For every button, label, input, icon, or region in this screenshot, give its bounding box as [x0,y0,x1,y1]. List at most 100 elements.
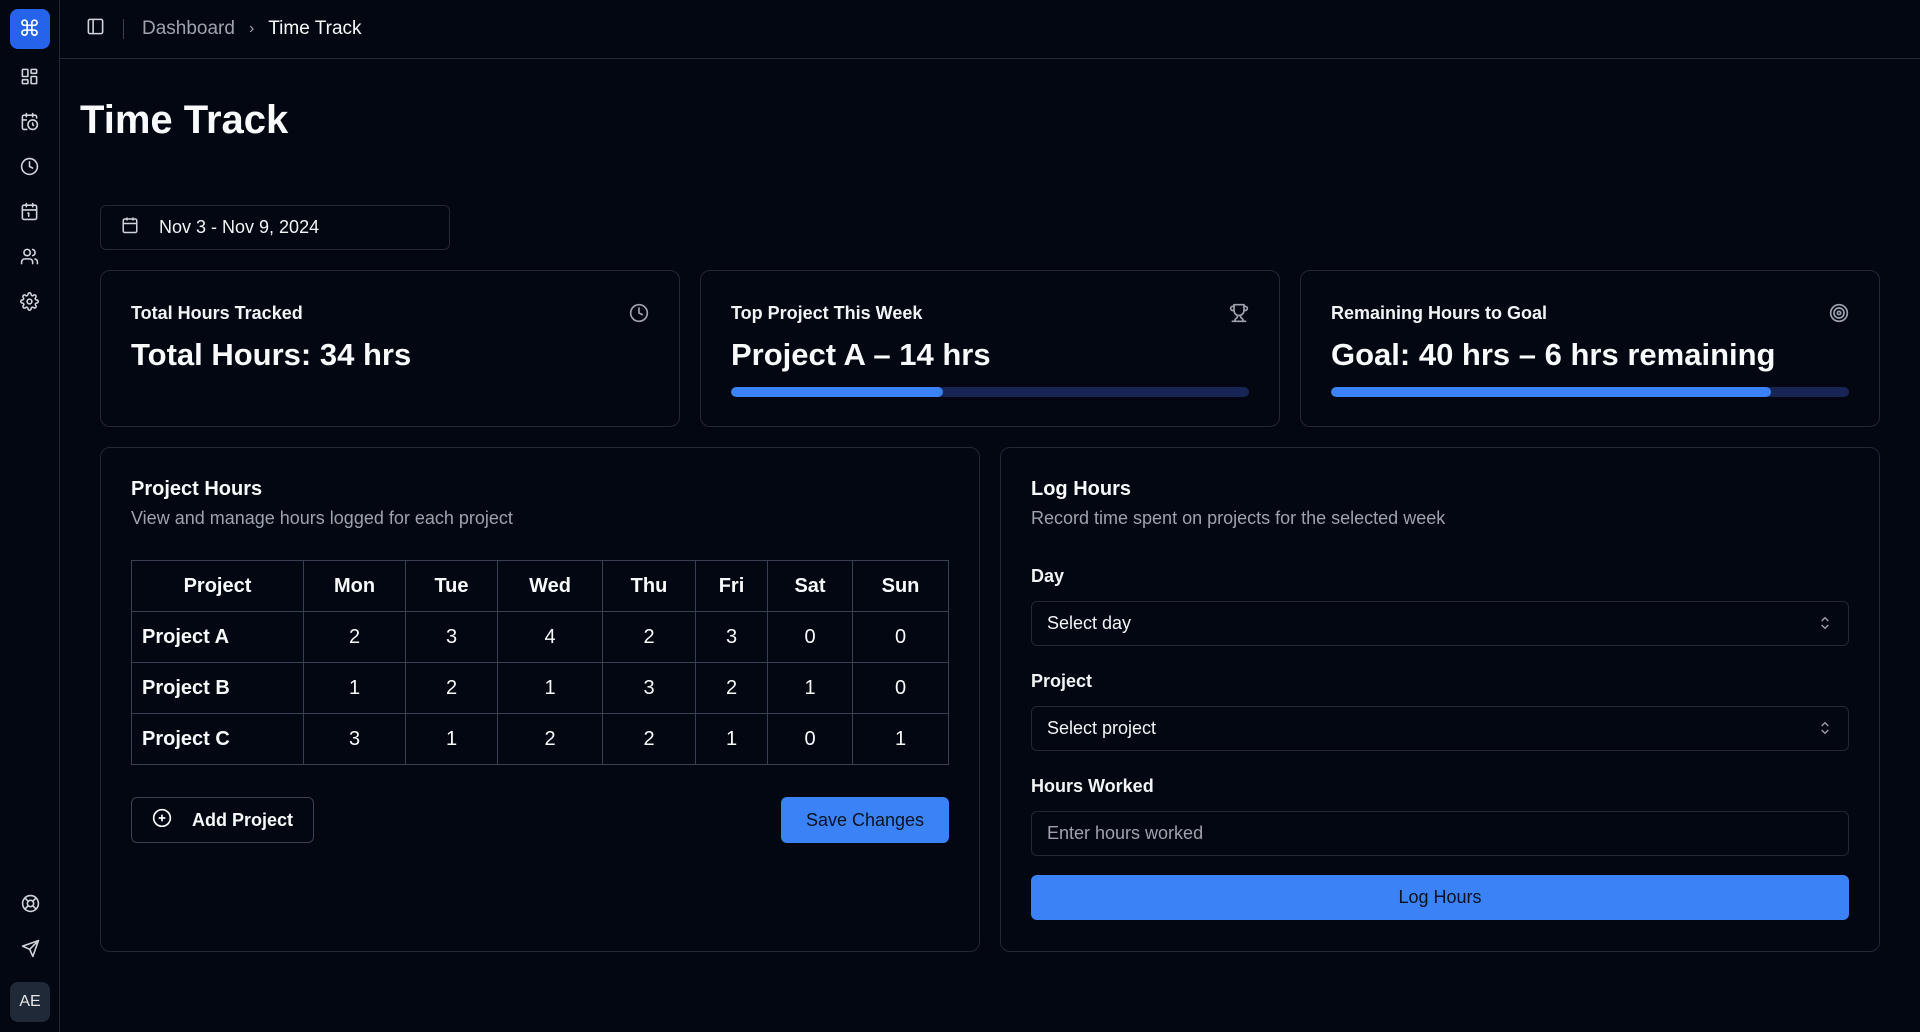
hours-cell[interactable]: 1 [405,713,498,765]
goal-progress-bar [1331,387,1849,397]
hours-cell[interactable]: 1 [852,713,949,765]
hours-cell[interactable]: 1 [303,662,406,714]
hours-cell[interactable]: 2 [303,611,406,663]
section-description: Record time spent on projects for the se… [1031,508,1446,528]
help-icon [21,894,40,918]
sidebar-item-dashboard[interactable] [10,59,50,99]
project-label: Project [1031,671,1093,691]
day-label: Day [1031,566,1065,586]
sidebar-item-time[interactable] [10,149,50,189]
hours-cell[interactable]: 2 [695,662,768,714]
hours-cell[interactable]: 0 [767,611,853,663]
project-select-value: Select project [1047,718,1157,738]
day-select[interactable]: Select day [1031,601,1849,646]
calendar-clock-icon [20,112,39,136]
project-hours-table: Project Mon Tue Wed Thu Fri Sat Sun Proj… [131,560,949,765]
stat-value: Project A – 14 hrs [731,337,991,372]
clock-icon [629,303,649,328]
table-row: Project A 2 3 4 2 3 0 0 [131,611,949,663]
hours-cell[interactable]: 2 [497,713,603,765]
trophy-icon [1229,303,1249,328]
hours-cell[interactable]: 1 [497,662,603,714]
project-name-cell: Project A [131,611,304,663]
stat-card-total-hours: Total Hours Tracked Total Hours: 34 hrs [100,270,680,427]
column-header: Sun [852,560,949,612]
hours-worked-label: Hours Worked [1031,776,1154,796]
hours-cell[interactable]: 1 [767,662,853,714]
date-range-picker[interactable]: Nov 3 - Nov 9, 2024 [100,205,450,250]
save-changes-button[interactable]: Save Changes [781,797,949,843]
stat-title: Total Hours Tracked [131,303,303,323]
hours-cell[interactable]: 2 [602,713,696,765]
log-hours-card: Log Hours Record time spent on projects … [1000,447,1880,952]
hours-cell[interactable]: 3 [695,611,768,663]
stat-title: Remaining Hours to Goal [1331,303,1548,323]
date-range-label: Nov 3 - Nov 9, 2024 [159,217,320,237]
stat-value: Total Hours: 34 hrs [131,337,412,372]
stat-title: Top Project This Week [731,303,923,323]
hours-cell[interactable]: 3 [303,713,406,765]
sidebar-item-help[interactable] [10,886,50,926]
stat-value: Goal: 40 hrs – 6 hrs remaining [1331,337,1776,372]
column-header: Fri [695,560,768,612]
section-title: Project Hours [131,478,263,500]
sidebar-toggle-icon[interactable] [86,17,105,41]
day-select-value: Select day [1047,613,1132,633]
section-title: Log Hours [1031,478,1131,500]
stat-card-top-project: Top Project This Week Project A – 14 hrs [700,270,1280,427]
hours-cell[interactable]: 3 [405,611,498,663]
hours-cell[interactable]: 0 [767,713,853,765]
column-header: Thu [602,560,696,612]
sidebar-item-send[interactable] [10,931,50,971]
table-header-row: Project Mon Tue Wed Thu Fri Sat Sun [131,560,949,612]
header-divider [123,19,124,39]
column-header: Sat [767,560,853,612]
app-logo[interactable]: ⌘ [9,9,50,49]
column-header: Mon [303,560,406,612]
settings-icon [20,292,39,316]
sidebar-item-schedule[interactable] [10,104,50,144]
sidebar-nav [10,59,50,329]
stat-card-remaining-goal: Remaining Hours to Goal Goal: 40 hrs – 6… [1300,270,1880,427]
hours-cell[interactable]: 2 [602,611,696,663]
hours-cell[interactable]: 0 [852,611,949,663]
table-row: Project B 1 2 1 3 2 1 0 [131,662,949,714]
target-icon [1829,303,1849,328]
column-header: Tue [405,560,498,612]
hours-cell[interactable]: 4 [497,611,603,663]
sidebar-item-settings[interactable] [10,284,50,324]
breadcrumb-current: Time Track [268,18,362,39]
progress-fill [731,387,944,397]
sidebar-bottom: AE [0,886,60,1032]
hours-cell[interactable]: 1 [695,713,768,765]
section-description: View and manage hours logged for each pr… [131,508,513,528]
hours-cell[interactable]: 3 [602,662,696,714]
hours-cell[interactable]: 2 [405,662,498,714]
clock-icon [20,157,39,181]
project-hours-card: Project Hours View and manage hours logg… [100,447,980,952]
hours-cell[interactable]: 0 [852,662,949,714]
sidebar-item-calendar[interactable] [10,194,50,234]
project-name-cell: Project B [131,662,304,714]
chevron-up-down-icon [1817,614,1833,637]
breadcrumb-dashboard[interactable]: Dashboard [142,18,235,40]
users-icon [20,247,39,271]
calendar-icon [20,202,39,226]
user-avatar[interactable]: AE [10,982,50,1022]
chevron-right-icon: › [248,20,255,37]
hours-worked-input[interactable] [1031,811,1849,856]
project-name-cell: Project C [131,713,304,765]
table-row: Project C 3 1 2 2 1 0 1 [131,713,949,765]
page-title: Time Track [80,98,289,142]
sidebar-item-users[interactable] [10,239,50,279]
top-project-progress-bar [731,387,1249,397]
add-project-label: Add Project [192,809,294,830]
top-header: Dashboard › Time Track [60,0,1920,59]
log-hours-button[interactable]: Log Hours [1031,875,1849,920]
plus-circle-icon [152,808,192,833]
column-header: Project [131,560,304,612]
dashboard-icon [20,67,39,91]
calendar-icon [121,216,159,239]
project-select[interactable]: Select project [1031,706,1849,751]
add-project-button[interactable]: Add Project [131,797,314,843]
